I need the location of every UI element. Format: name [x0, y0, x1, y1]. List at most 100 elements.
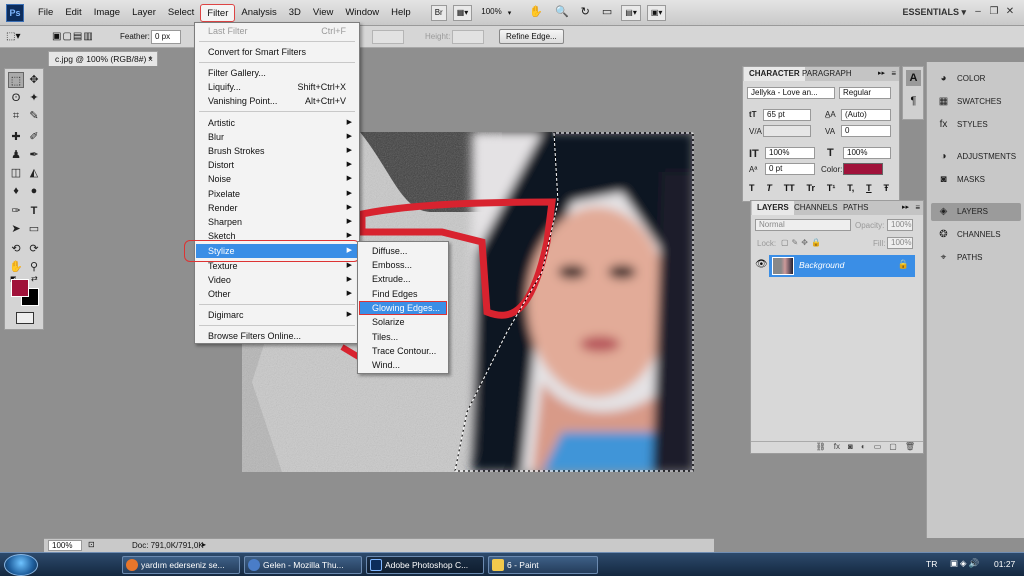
submenu-find-edges[interactable]: Find Edges	[359, 287, 447, 301]
foreground-color-swatch[interactable]	[11, 279, 29, 297]
dodge-tool-icon[interactable]: ●	[26, 183, 42, 199]
layer-style-icon[interactable]: fx	[834, 442, 840, 453]
history-brush-icon[interactable]: ✒	[26, 147, 42, 163]
task-firefox[interactable]: yardım ederseniz se...	[122, 556, 240, 574]
close-tab-icon[interactable]: ×	[148, 52, 153, 66]
menu-sharpen[interactable]: Sharpen ▶	[196, 215, 358, 229]
document-tab[interactable]: c.jpg @ 100% (RGB/8#) * ×	[48, 51, 158, 66]
path-selection-icon[interactable]: ➤	[8, 221, 24, 237]
layer-visibility-eye-icon[interactable]: 👁	[755, 259, 768, 270]
clone-stamp-icon[interactable]: ♟	[8, 147, 24, 163]
task-thunderbird[interactable]: Gelen - Mozilla Thu...	[244, 556, 362, 574]
leading-field[interactable]: (Auto)	[841, 109, 891, 121]
language-indicator[interactable]: TR	[926, 559, 937, 569]
menu-video[interactable]: Video ▶	[196, 273, 358, 287]
menu-digimarc[interactable]: Digimarc ▶	[196, 308, 358, 322]
dock-swatches[interactable]: ▦ SWATCHES	[931, 93, 1021, 111]
bridge-button[interactable]: Br	[430, 4, 447, 21]
menu-vanishing-point[interactable]: Vanishing Point... Alt+Ctrl+V	[196, 94, 358, 108]
marquee-preset-icon[interactable]: ⬚▾	[6, 30, 36, 44]
submenu-diffuse[interactable]: Diffuse...	[359, 244, 447, 258]
lock-icons[interactable]: ▢✎✥🔒	[781, 238, 824, 247]
zoom-tool-icon[interactable]: 🔍	[552, 5, 572, 21]
submenu-emboss[interactable]: Emboss...	[359, 258, 447, 272]
dock-masks[interactable]: ◙ MASKS	[931, 171, 1021, 189]
rectangular-marquee-icon[interactable]: ⬚	[8, 72, 24, 88]
vertical-scale-field[interactable]: 100%	[765, 147, 815, 159]
task-paint[interactable]: 6 - Paint	[488, 556, 598, 574]
status-menu-icon[interactable]: ▸	[202, 540, 206, 549]
hand-tool-icon[interactable]: ✋	[526, 5, 546, 21]
close-icon[interactable]: ✕	[1004, 6, 1016, 18]
zoom-icon[interactable]: ⚲	[26, 259, 42, 275]
rotate-view-icon[interactable]: ↻	[578, 5, 593, 21]
font-style-select[interactable]: Regular	[839, 87, 891, 99]
menu-last-filter[interactable]: Last Filter Ctrl+F	[196, 24, 358, 38]
small-caps-button[interactable]: Tr	[807, 183, 816, 197]
menu-help[interactable]: Help	[385, 4, 417, 22]
hand-icon[interactable]: ✋	[8, 259, 24, 275]
ruler-icon[interactable]: ▭	[599, 5, 615, 21]
dock-color[interactable]: ◕ COLOR	[931, 70, 1021, 88]
swap-colors-icon[interactable]: ⇄	[31, 274, 38, 283]
panel-menu-icon[interactable]: ≡	[891, 69, 896, 78]
task-photoshop[interactable]: Adobe Photoshop C...	[366, 556, 484, 574]
pen-tool-icon[interactable]: ✑	[8, 203, 24, 219]
menu-select[interactable]: Select	[162, 4, 200, 22]
menu-render[interactable]: Render ▶	[196, 201, 358, 215]
submenu-solarize[interactable]: Solarize	[359, 315, 447, 329]
text-color-swatch[interactable]	[843, 163, 883, 175]
3d-rotate-icon[interactable]: ⟲	[8, 241, 24, 257]
menu-other[interactable]: Other ▶	[196, 287, 358, 301]
zoom-dropdown-icon[interactable]: ▾	[508, 9, 512, 17]
subscript-button[interactable]: T,	[847, 183, 854, 197]
strikethrough-button[interactable]: Ŧ	[883, 183, 889, 197]
new-layer-icon[interactable]: ▢	[889, 442, 897, 453]
character-panel-icon[interactable]: A	[906, 70, 921, 86]
panel-menu-icon[interactable]: ≡	[915, 203, 920, 212]
magic-wand-icon[interactable]: ✦	[26, 90, 42, 106]
eyedropper-icon[interactable]: ✎	[26, 108, 42, 124]
menu-view[interactable]: View	[307, 4, 339, 22]
new-group-icon[interactable]: ▭	[874, 442, 882, 453]
3d-orbit-icon[interactable]: ⟳	[26, 241, 42, 257]
menu-edit[interactable]: Edit	[59, 4, 87, 22]
baseline-shift-field[interactable]: 0 pt	[765, 163, 815, 175]
menu-filter[interactable]: Filter	[200, 3, 236, 22]
menu-window[interactable]: Window	[339, 4, 385, 22]
status-zoom-field[interactable]: 100%	[48, 540, 82, 551]
zoom-level[interactable]: 100%	[478, 5, 504, 21]
add-mask-icon[interactable]: ◙	[848, 442, 853, 453]
view-extras-icon[interactable]: ▦▾	[452, 4, 473, 21]
menu-artistic[interactable]: Artistic ▶	[196, 116, 358, 130]
underline-button[interactable]: T	[866, 183, 872, 197]
opacity-field[interactable]: 100%	[887, 219, 913, 231]
submenu-glowing-edges[interactable]: Glowing Edges...	[359, 301, 447, 315]
font-family-select[interactable]: Jellyka - Love an...	[747, 87, 835, 99]
dock-adjustments[interactable]: ◑ ADJUSTMENTS	[931, 148, 1021, 166]
arrange-documents-icon[interactable]: ▤▾	[621, 4, 641, 21]
shape-tool-icon[interactable]: ▭	[26, 221, 42, 237]
link-layers-icon[interactable]: ⛓	[816, 442, 826, 453]
layer-row-background[interactable]: Background 🔒	[769, 255, 915, 277]
type-tool-icon[interactable]: T	[26, 203, 42, 219]
tab-character[interactable]: CHARACTER	[744, 67, 805, 81]
menu-filter-gallery[interactable]: Filter Gallery...	[196, 66, 358, 80]
height-field[interactable]	[452, 30, 484, 44]
tab-layers[interactable]: LAYERS	[752, 201, 794, 215]
horizontal-scale-field[interactable]: 100%	[843, 147, 891, 159]
submenu-wind[interactable]: Wind...	[359, 358, 447, 372]
tray-icons[interactable]: ▣◈🔊	[950, 558, 981, 569]
screen-mode-icon[interactable]: ▣▾	[646, 4, 667, 21]
panel-collapse-icon[interactable]: ▸▸	[878, 69, 885, 77]
healing-brush-icon[interactable]: ✚	[8, 129, 24, 145]
menu-analysis[interactable]: Analysis	[235, 4, 282, 22]
dock-paths[interactable]: ⌖ PATHS	[931, 249, 1021, 267]
status-info-icon[interactable]: ⊡	[88, 540, 95, 549]
minimize-icon[interactable]: –	[972, 6, 984, 18]
panel-collapse-icon[interactable]: ▸▸	[902, 203, 909, 211]
menu-convert-smart-filters[interactable]: Convert for Smart Filters	[196, 45, 358, 59]
menu-liquify[interactable]: Liquify... Shift+Ctrl+X	[196, 80, 358, 94]
feather-input[interactable]: 0 px	[151, 30, 181, 44]
menu-3d[interactable]: 3D	[283, 4, 307, 22]
